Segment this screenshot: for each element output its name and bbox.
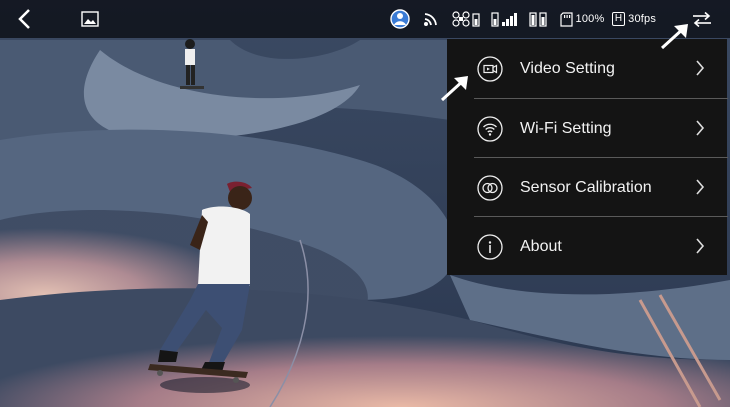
chevron-right-icon [696, 120, 705, 136]
settings-menu: Video Setting Wi-Fi Setting Sensor Calib… [447, 39, 730, 276]
chevron-right-icon [696, 179, 705, 195]
menu-item-wifi-setting[interactable]: Wi-Fi Setting [477, 99, 730, 158]
gallery-button[interactable] [80, 0, 100, 38]
menu-item-label: Wi-Fi Setting [520, 119, 612, 137]
gallery-icon [81, 11, 99, 27]
back-button[interactable] [12, 0, 36, 38]
resolution-badge: H [611, 12, 626, 26]
menu-item-label: About [520, 237, 562, 255]
drone-signal-icon [452, 11, 480, 27]
wifi-icon [477, 115, 503, 142]
menu-item-sensor-calibration[interactable]: Sensor Calibration [477, 158, 730, 217]
gimbal-battery-indicator [528, 0, 550, 38]
settings-icon [693, 11, 711, 27]
wifi-signal-indicator [421, 0, 441, 38]
wifi-signal-icon [424, 13, 437, 26]
drone-signal-indicator [451, 0, 485, 38]
callout-arrow-icon [440, 76, 468, 102]
sd-card-status: 100% [558, 0, 606, 38]
sd-card-icon [559, 11, 573, 27]
remote-battery-icon [491, 12, 517, 27]
chevron-right-icon [696, 60, 705, 76]
tracking-button[interactable] [389, 0, 411, 38]
info-icon [477, 233, 503, 260]
top-status-bar: 100% H 30fps [0, 0, 730, 38]
back-icon [18, 9, 30, 29]
frame-rate: 30fps [628, 13, 657, 25]
remote-signal-indicator [490, 0, 520, 38]
menu-item-video-setting[interactable]: Video Setting [477, 39, 730, 98]
video-icon [477, 55, 503, 82]
video-format-status: H 30fps [608, 0, 660, 38]
gimbal-battery-icon [529, 12, 547, 27]
settings-button[interactable] [690, 0, 714, 38]
chevron-right-icon [696, 238, 705, 254]
menu-item-label: Video Setting [520, 59, 615, 77]
menu-item-label: Sensor Calibration [520, 178, 652, 196]
app-screen: 100% H 30fps Video Setting Wi-Fi Setting [0, 0, 730, 407]
calibration-icon [477, 174, 503, 201]
callout-arrow-icon [660, 24, 688, 50]
battery-percent: 100% [575, 13, 605, 25]
tracking-icon [390, 9, 410, 29]
menu-item-about[interactable]: About [477, 217, 730, 276]
